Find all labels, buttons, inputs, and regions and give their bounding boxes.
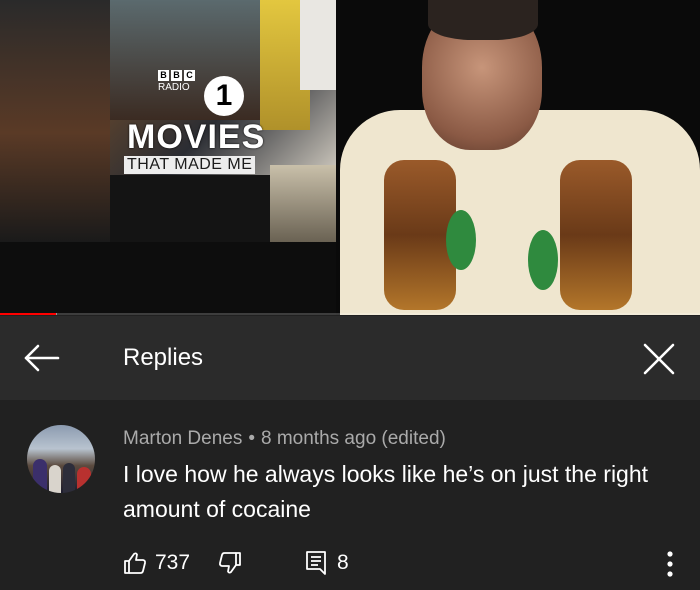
tiki-print	[560, 160, 632, 310]
more-options-button[interactable]	[660, 549, 680, 579]
bbc-radio-logo: B B C RADIO	[158, 70, 195, 94]
video-progress-bar[interactable]	[0, 313, 700, 315]
bbc-letter: C	[184, 70, 195, 81]
close-icon	[643, 343, 675, 375]
radio-one-logo: 1	[204, 76, 244, 116]
radio-label: RADIO	[158, 82, 190, 93]
comment-meta: Marton Denes • 8 months ago (edited)	[123, 426, 446, 452]
video-progress-fill	[0, 313, 56, 315]
replies-header: Replies	[0, 316, 700, 400]
comment-timestamp: 8 months ago (edited)	[261, 428, 446, 449]
video-buffer-fill	[56, 313, 57, 315]
close-button[interactable]	[640, 340, 678, 378]
comment-author[interactable]: Marton Denes	[123, 428, 242, 449]
comment-text: I love how he always looks like he’s on …	[123, 461, 649, 522]
reply-count: 8	[337, 551, 349, 574]
leaf-print	[446, 210, 476, 270]
video-player[interactable]: B B C RADIO 1 MOVIES THAT MADE ME	[0, 0, 700, 315]
thumbs-up-icon	[124, 552, 146, 574]
comment-item: Marton Denes • 8 months ago (edited) I lov…	[0, 400, 700, 590]
back-button[interactable]	[22, 340, 62, 376]
comment-actions: 737 8	[0, 545, 700, 585]
like-button[interactable]: 737	[123, 549, 190, 577]
bbc-letter: B	[158, 70, 169, 81]
collage-panel	[0, 0, 110, 242]
bbc-letter: B	[171, 70, 182, 81]
dislike-button[interactable]	[218, 551, 242, 575]
thumbs-down-icon	[219, 552, 241, 574]
like-count: 737	[155, 551, 191, 574]
meta-separator: •	[248, 428, 255, 449]
more-vertical-icon	[667, 551, 673, 577]
interviewee-hair	[428, 0, 538, 40]
arrow-left-icon	[24, 344, 60, 372]
show-subtitle: THAT MADE ME	[124, 156, 256, 174]
interviewee-frame	[336, 0, 700, 315]
comment-icon	[306, 551, 326, 575]
collage-panel	[110, 175, 270, 242]
reply-button[interactable]: 8	[305, 549, 349, 577]
avatar[interactable]	[27, 425, 95, 493]
show-title: MOVIES	[127, 118, 266, 156]
leaf-print	[528, 230, 558, 290]
replies-title: Replies	[123, 344, 204, 371]
